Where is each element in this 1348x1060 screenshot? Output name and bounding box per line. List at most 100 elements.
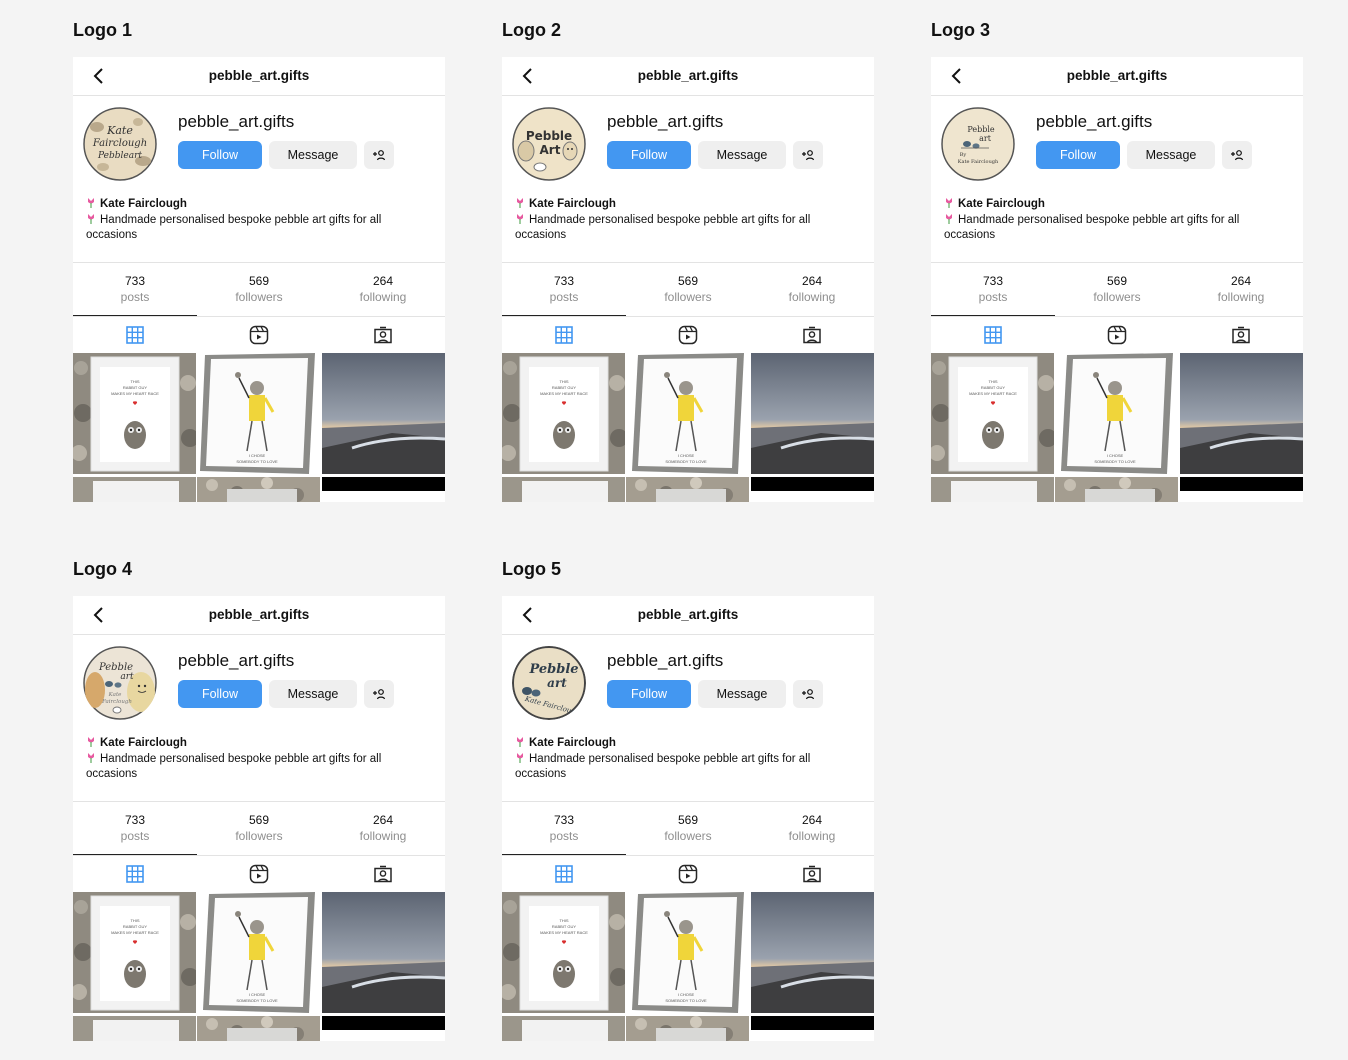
add-user-button[interactable] (793, 141, 823, 169)
follow-button[interactable]: Follow (1036, 141, 1120, 169)
tab-tagged[interactable] (321, 855, 445, 892)
tab-grid[interactable] (73, 854, 197, 892)
stat-posts[interactable]: 733 posts (931, 263, 1055, 316)
tulip-icon (946, 213, 952, 224)
profile-handle-title: pebble_art.gifts (1066, 68, 1168, 83)
post-framed-pebble-owl[interactable]: THIS RABBIT GUY MAKES MY HEART RACE (73, 892, 196, 1013)
tab-reels[interactable] (626, 316, 750, 353)
profile-stats: 733 posts 569 followers 264 following (502, 262, 874, 317)
follow-button[interactable]: Follow (607, 680, 691, 708)
stat-value: 569 (677, 274, 699, 288)
post-framed-pebble-row2[interactable] (502, 477, 625, 502)
add-user-button[interactable] (364, 680, 394, 708)
post-caption: I CHOSE (249, 992, 266, 997)
logo-text: art (979, 134, 992, 143)
post-dark-row2[interactable] (751, 1016, 874, 1030)
stat-followers[interactable]: 569 followers (626, 802, 750, 855)
add-user-icon (1231, 150, 1244, 161)
post-pebbles-row2[interactable] (197, 477, 320, 502)
frame-title: Logo 1 (73, 20, 132, 40)
tab-grid[interactable] (73, 315, 197, 353)
stat-posts[interactable]: 733 posts (502, 263, 626, 316)
tab-tagged[interactable] (750, 855, 874, 892)
tab-reels[interactable] (197, 855, 321, 892)
stat-followers[interactable]: 569 followers (626, 263, 750, 316)
profile-username: pebble_art.gifts (178, 651, 295, 670)
stat-label: posts (549, 829, 579, 843)
reels-icon (249, 864, 269, 883)
message-button[interactable]: Message (269, 141, 357, 169)
post-framed-pebble-figure[interactable]: I CHOSE SOMEBODY TO LOVE (197, 353, 320, 474)
stat-following[interactable]: 264 following (321, 802, 445, 855)
tulip-icon (88, 198, 94, 208)
message-button[interactable]: Message (698, 141, 786, 169)
post-beach-sunset[interactable] (322, 353, 445, 474)
post-beach-sunset[interactable] (751, 892, 874, 1013)
stat-following[interactable]: 264 following (750, 802, 874, 855)
tab-grid[interactable] (931, 315, 1055, 353)
stat-following[interactable]: 264 following (321, 263, 445, 316)
tab-tagged[interactable] (750, 316, 874, 353)
post-framed-pebble-figure[interactable]: I CHOSE SOMEBODY TO LOVE (626, 353, 749, 474)
stat-followers[interactable]: 569 followers (197, 802, 321, 855)
add-user-button[interactable] (793, 680, 823, 708)
tab-reels[interactable] (626, 855, 750, 892)
post-pebbles-row2[interactable] (197, 1016, 320, 1041)
post-pebbles-row2[interactable] (626, 477, 749, 502)
stat-followers[interactable]: 569 followers (1055, 263, 1179, 316)
post-framed-pebble-owl[interactable]: THIS RABBIT GUY MAKES MY HEART RACE (502, 353, 625, 474)
stat-following[interactable]: 264 following (750, 263, 874, 316)
tab-grid[interactable] (502, 854, 626, 892)
stat-followers[interactable]: 569 followers (197, 263, 321, 316)
message-button[interactable]: Message (698, 680, 786, 708)
avatar[interactable]: Pebble art Kate Fairclough (83, 646, 157, 720)
add-user-button[interactable] (364, 141, 394, 169)
stat-following[interactable]: 264 following (1179, 263, 1303, 316)
tab-reels[interactable] (197, 316, 321, 353)
post-framed-pebble-figure[interactable]: I CHOSE SOMEBODY TO LOVE (626, 892, 749, 1013)
post-beach-sunset[interactable] (751, 353, 874, 474)
profile-card: pebble_art.gifts Pebble art Kate Fairclo… (502, 596, 874, 1041)
stat-posts[interactable]: 733 posts (502, 802, 626, 855)
message-button[interactable]: Message (269, 680, 357, 708)
post-pebbles-row2[interactable] (1055, 477, 1178, 502)
follow-button[interactable]: Follow (607, 141, 691, 169)
add-user-button[interactable] (1222, 141, 1252, 169)
post-framed-pebble-owl[interactable]: THIS RABBIT GUY MAKES MY HEART RACE (502, 892, 625, 1013)
post-dark-row2[interactable] (322, 1016, 445, 1030)
follow-button[interactable]: Follow (178, 680, 262, 708)
stat-posts[interactable]: 733 posts (73, 802, 197, 855)
frame-title: Logo 5 (502, 559, 561, 579)
post-framed-pebble-row2[interactable] (502, 1016, 625, 1041)
avatar[interactable]: Pebble Art (512, 107, 586, 181)
post-caption: THIS (559, 379, 568, 384)
post-dark-row2[interactable] (322, 477, 445, 491)
post-pebbles-row2[interactable] (626, 1016, 749, 1041)
logo-text: Pebble (967, 125, 995, 134)
post-framed-pebble-row2[interactable] (73, 477, 196, 502)
post-framed-pebble-owl[interactable]: THIS RABBIT GUY MAKES MY HEART RACE (931, 353, 1054, 474)
stat-posts[interactable]: 733 posts (73, 263, 197, 316)
tab-reels[interactable] (1055, 316, 1179, 353)
post-beach-sunset[interactable] (322, 892, 445, 1013)
tab-tagged[interactable] (321, 316, 445, 353)
avatar[interactable]: Pebble art Kate Fairclough (512, 646, 586, 720)
post-framed-pebble-figure[interactable]: I CHOSE SOMEBODY TO LOVE (197, 892, 320, 1013)
tab-tagged[interactable] (1179, 316, 1303, 353)
avatar[interactable]: Pebble art By Kate Fairclough (941, 107, 1015, 181)
post-beach-sunset[interactable] (1180, 353, 1303, 474)
tab-grid[interactable] (502, 315, 626, 353)
post-framed-pebble-row2[interactable] (931, 477, 1054, 502)
post-framed-pebble-figure[interactable]: I CHOSE SOMEBODY TO LOVE (1055, 353, 1178, 474)
avatar[interactable]: Kate Fairclough Pebbleart (83, 107, 157, 181)
post-dark-row2[interactable] (751, 477, 874, 491)
stat-value: 264 (1230, 274, 1252, 288)
post-dark-row2[interactable] (1180, 477, 1303, 491)
message-button[interactable]: Message (1127, 141, 1215, 169)
follow-button[interactable]: Follow (178, 141, 262, 169)
grid-icon (126, 864, 144, 883)
post-framed-pebble-owl[interactable]: THIS RABBIT GUY MAKES MY HEART RACE (73, 353, 196, 474)
post-caption: MAKES MY HEART RACE (540, 391, 588, 396)
post-framed-pebble-row2[interactable] (73, 1016, 196, 1041)
stat-label: posts (120, 829, 150, 843)
